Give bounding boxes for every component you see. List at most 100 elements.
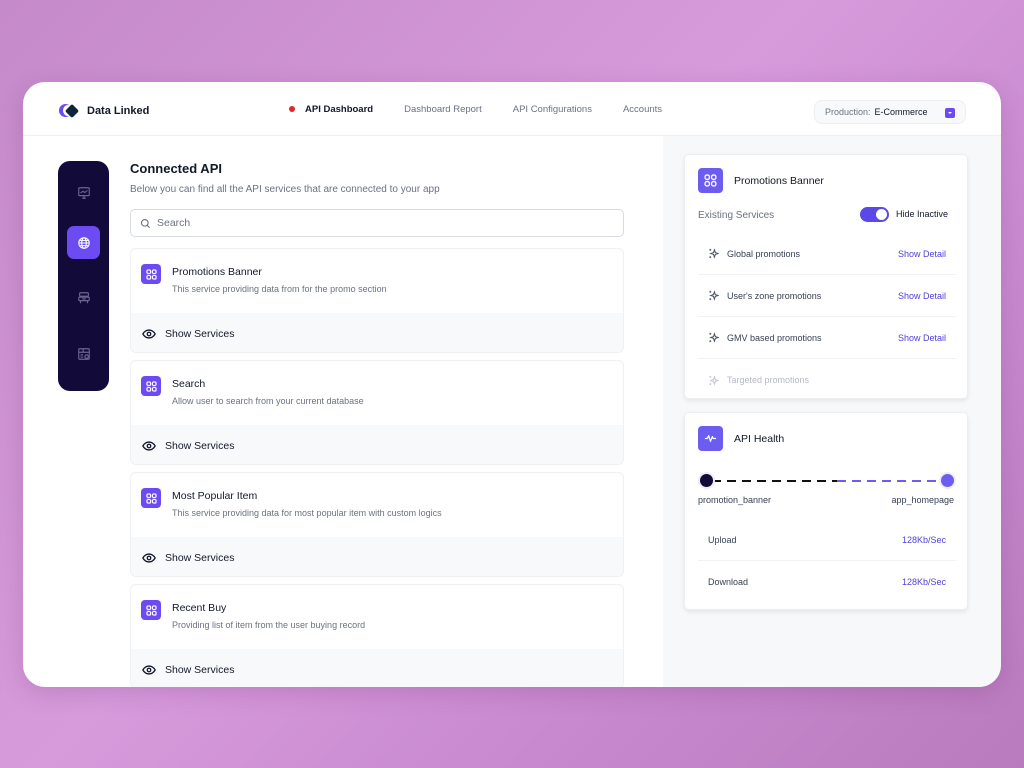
grid-icon <box>141 488 161 508</box>
api-card: Promotions Banner This service providing… <box>130 248 624 353</box>
nav-label: API Configurations <box>512 103 592 115</box>
show-detail-link[interactable]: Show Detail <box>898 249 946 259</box>
service-name: GMV based promotions <box>727 332 822 343</box>
logo[interactable]: Data Linked <box>59 103 150 119</box>
show-services-button[interactable]: Show Services <box>131 313 623 352</box>
report-icon <box>77 347 90 360</box>
api-health-panel: API Health promotion_banner app_homepage… <box>684 412 968 610</box>
service-name: Global promotions <box>727 248 801 259</box>
grid-icon <box>141 264 161 284</box>
grid-icon <box>141 600 161 620</box>
metric-name: Download <box>708 577 749 587</box>
nav-item-accounts[interactable]: Accounts <box>623 104 662 115</box>
eye-icon <box>142 440 156 451</box>
search-input[interactable] <box>157 217 597 229</box>
show-detail-link[interactable]: Show Detail <box>898 291 946 301</box>
target-endpoint-label: app_homepage <box>891 495 954 505</box>
target-node <box>941 474 954 487</box>
nav-item-dashboard-report[interactable]: Dashboard Report <box>404 104 482 115</box>
globe-icon <box>77 236 90 249</box>
main-nav: API Dashboard Dashboard Report API Confi… <box>289 82 693 136</box>
environment-value: E-Commerce <box>874 107 928 117</box>
api-card-header[interactable]: Search Allow user to search from your cu… <box>131 361 623 425</box>
page-subtitle: Below you can find all the API services … <box>130 184 440 195</box>
api-card-description: This service providing data for most pop… <box>172 508 442 518</box>
api-card-list: Promotions Banner This service providing… <box>130 248 625 687</box>
api-card: Recent Buy Providing list of item from t… <box>130 584 624 687</box>
api-card-description: Allow user to search from your current d… <box>172 396 364 406</box>
api-card-title: Promotions Banner <box>172 266 262 278</box>
api-card-description: This service providing data from for the… <box>172 284 387 294</box>
connection-dash-source <box>712 480 837 482</box>
service-row: User's zone promotions Show Detail <box>698 275 956 317</box>
nav-label: API Dashboard <box>305 103 374 115</box>
api-card-header[interactable]: Promotions Banner This service providing… <box>131 249 623 313</box>
show-services-label: Show Services <box>165 327 235 340</box>
connection-dash-target <box>837 480 940 482</box>
environment-select[interactable]: Production: E-Commerce <box>814 100 966 124</box>
metric-value: 128Kb/Sec <box>901 577 946 587</box>
panel-header: Promotions Banner <box>698 168 824 193</box>
api-card: Search Allow user to search from your cu… <box>130 360 624 465</box>
search-box[interactable] <box>130 209 624 237</box>
app-name: Data Linked <box>87 105 150 117</box>
api-card-header[interactable]: Recent Buy Providing list of item from t… <box>131 585 623 649</box>
rail-item-server[interactable] <box>67 281 100 314</box>
show-services-button[interactable]: Show Services <box>131 425 623 464</box>
hide-inactive-label: Hide Inactive <box>896 209 949 219</box>
details-pane: Promotions Banner Existing Services Hide… <box>663 136 1001 687</box>
grid-icon <box>141 376 161 396</box>
panel-header: API Health <box>698 426 784 451</box>
show-services-label: Show Services <box>165 439 235 452</box>
eye-icon <box>142 328 156 339</box>
panel-title: API Health <box>734 432 785 445</box>
api-card: Most Popular Item This service providing… <box>130 472 624 577</box>
logo-icon <box>59 103 80 119</box>
service-row: Global promotions Show Detail <box>698 233 956 275</box>
show-detail-link[interactable]: Show Detail <box>898 333 946 343</box>
active-dot-icon <box>289 106 295 112</box>
sparkle-icon <box>709 290 719 301</box>
nav-label: Dashboard Report <box>404 103 482 115</box>
show-services-button[interactable]: Show Services <box>131 649 623 687</box>
nav-item-api-configurations[interactable]: API Configurations <box>513 104 592 115</box>
rail-item-report[interactable] <box>67 337 100 370</box>
rail-item-globe[interactable] <box>67 226 100 259</box>
metric-value: 128Kb/Sec <box>901 534 946 545</box>
grid-icon <box>698 168 723 193</box>
show-services-label: Show Services <box>165 663 235 676</box>
api-card-title: Recent Buy <box>172 602 227 614</box>
sparkle-icon <box>709 374 719 386</box>
show-services-label: Show Services <box>165 551 235 564</box>
chevron-down-icon[interactable] <box>945 108 955 118</box>
api-card-title: Most Popular Item <box>172 490 258 502</box>
environment-label: Production: <box>825 107 871 117</box>
app-window: Data Linked API Dashboard Dashboard Repo… <box>23 82 1001 687</box>
metric-row-upload: Upload 128Kb/Sec <box>698 519 956 561</box>
hide-inactive-toggle[interactable] <box>860 207 889 222</box>
api-card-header[interactable]: Most Popular Item This service providing… <box>131 473 623 537</box>
service-name: Targeted promotions <box>727 375 810 385</box>
nav-item-api-dashboard[interactable]: API Dashboard <box>289 104 373 115</box>
service-row-inactive: Targeted promotions <box>698 359 956 401</box>
existing-services-label: Existing Services <box>698 210 775 221</box>
sparkle-icon <box>709 248 719 259</box>
page-title: Connected API <box>130 161 222 176</box>
sparkle-icon <box>709 332 719 343</box>
pulse-icon <box>698 426 723 451</box>
search-icon <box>140 218 151 228</box>
side-rail <box>58 161 109 391</box>
service-list: Global promotions Show Detail User's zon… <box>698 233 956 401</box>
top-navigation-bar: Data Linked API Dashboard Dashboard Repo… <box>23 82 1001 136</box>
rail-item-monitor[interactable] <box>67 176 100 209</box>
connected-api-section: Connected API Below you can find all the… <box>130 161 625 687</box>
monitor-icon <box>77 186 90 199</box>
promotions-banner-panel: Promotions Banner Existing Services Hide… <box>684 154 968 399</box>
eye-icon <box>142 664 156 675</box>
metric-name: Upload <box>708 534 737 545</box>
service-row: GMV based promotions Show Detail <box>698 317 956 359</box>
service-name: User's zone promotions <box>727 290 822 301</box>
show-services-button[interactable]: Show Services <box>131 537 623 576</box>
panel-title: Promotions Banner <box>734 174 824 187</box>
server-icon <box>77 291 90 303</box>
